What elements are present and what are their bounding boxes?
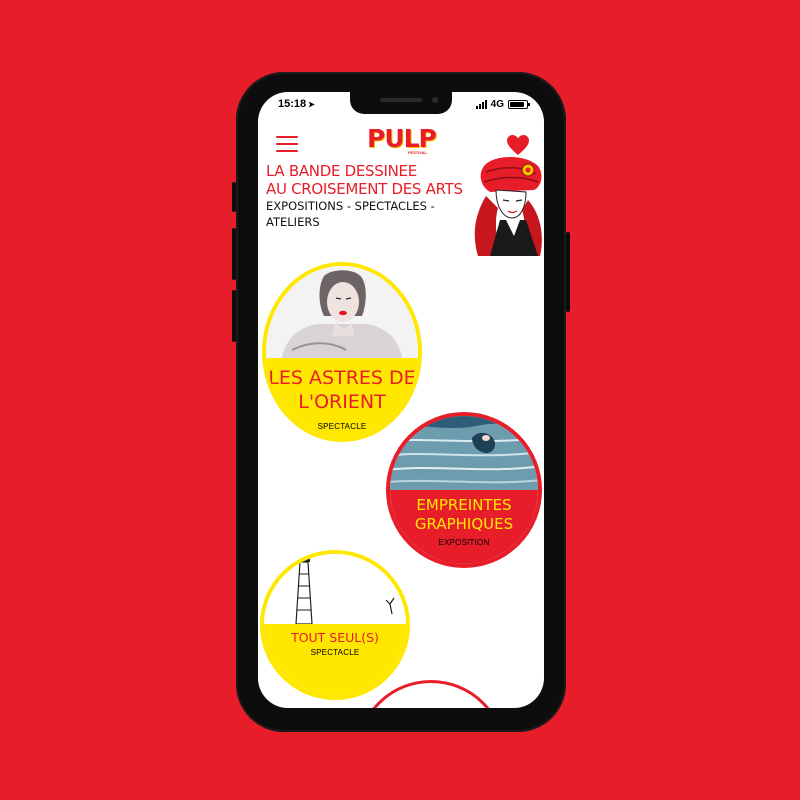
battery-icon (508, 100, 530, 109)
event-title: LES ASTRES DE L'ORIENT (266, 366, 418, 414)
network-type: 4G (490, 99, 504, 110)
event-title-line2: GRAPHIQUES (414, 515, 514, 533)
intro-title-line1: LA BANDE DESSINEE (266, 162, 417, 180)
notch (350, 92, 452, 114)
intro-title-line2: AU CROISEMENT DES ARTS (266, 180, 463, 198)
logo-text: PULP (367, 124, 437, 153)
event-title: TOUT SEUL(S) (291, 630, 379, 645)
event-title-line1: EMPREINTES (416, 496, 512, 514)
location-arrow-icon: ➤ (308, 100, 315, 109)
camera (432, 97, 438, 103)
event-card-les-astres-de-lorient[interactable]: LES ASTRES DE L'ORIENT SPECTACLE (262, 262, 422, 442)
event-card-tout-seuls[interactable]: TOUT SEUL(S) SPECTACLE (260, 550, 410, 700)
event-kind: SPECTACLE (310, 648, 360, 657)
intro-subtitle-line1: EXPOSITIONS - SPECTACLES - (266, 199, 435, 213)
volume-down-button (232, 290, 236, 342)
event-title-line2: L'ORIENT (298, 391, 386, 413)
event-card-empreintes-graphiques[interactable]: EMPREINTES GRAPHIQUES EXPOSITION (386, 412, 542, 568)
power-button (566, 232, 570, 312)
phone-screen: 15:18 ➤ 4G PULP FESTIVAL LA BANDE DESSINE… (258, 92, 544, 708)
intro-subtitle-line2: ATELIERS (266, 215, 320, 229)
event-image-portrait (266, 266, 418, 358)
hero-illustration (474, 157, 542, 256)
status-indicators: 4G (475, 99, 530, 110)
event-image-seascape (390, 416, 538, 490)
signal-icon (475, 100, 487, 109)
event-kind: EXPOSITION (438, 538, 490, 547)
pulp-logo[interactable]: PULP FESTIVAL (367, 124, 437, 156)
speaker (380, 98, 422, 102)
event-title-line1: LES ASTRES DE (268, 367, 416, 389)
event-title: EMPREINTES GRAPHIQUES (390, 496, 538, 534)
mute-switch (232, 182, 236, 212)
event-image-lighthouse (264, 554, 406, 624)
heart-icon[interactable] (506, 134, 530, 156)
menu-icon[interactable] (276, 136, 298, 152)
status-time: 15:18 ➤ (278, 98, 315, 110)
intro-section: LA BANDE DESSINEE AU CROISEMENT DES ARTS… (266, 162, 466, 230)
volume-up-button (232, 228, 236, 280)
